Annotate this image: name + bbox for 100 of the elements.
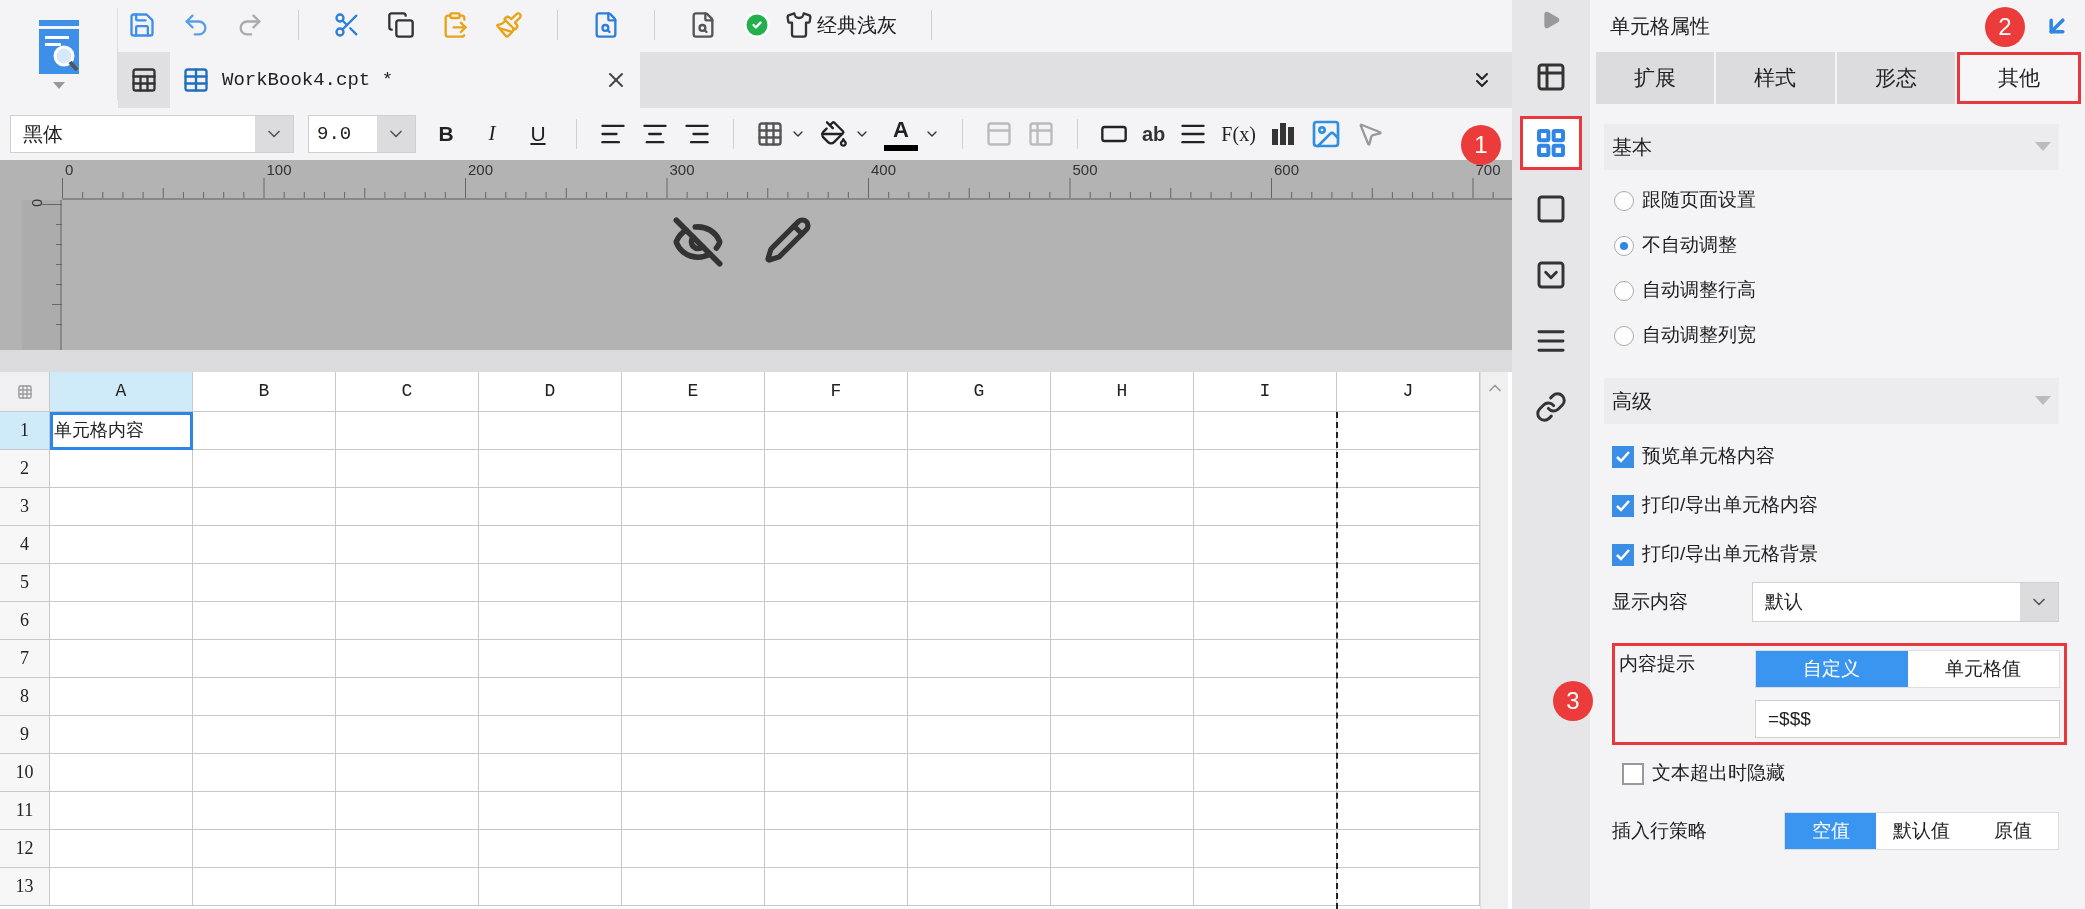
- checkbox[interactable]: [1612, 445, 1634, 468]
- table-cell[interactable]: [479, 450, 622, 488]
- table-cell[interactable]: [479, 678, 622, 716]
- scrollbar[interactable]: [1480, 372, 1508, 909]
- table-cell[interactable]: [50, 526, 193, 564]
- table-cell[interactable]: [622, 792, 765, 830]
- radio-button[interactable]: [1614, 190, 1634, 211]
- hidden-eye-icon[interactable]: [672, 216, 724, 268]
- table-cell[interactable]: [908, 564, 1051, 602]
- table-cell[interactable]: [622, 412, 765, 450]
- check-icon[interactable]: [743, 11, 771, 39]
- table-cell[interactable]: [622, 678, 765, 716]
- column-header[interactable]: A: [50, 372, 193, 412]
- row-header[interactable]: 12: [0, 830, 50, 868]
- font-color-button[interactable]: A: [884, 117, 918, 151]
- table-cell[interactable]: [1051, 564, 1194, 602]
- table-cell[interactable]: [1051, 640, 1194, 678]
- underline-button[interactable]: U: [522, 118, 554, 150]
- table-cell[interactable]: [1051, 488, 1194, 526]
- radio-button[interactable]: [1614, 325, 1634, 346]
- section-header[interactable]: 基本: [1604, 124, 2059, 170]
- table-cell[interactable]: [1194, 488, 1337, 526]
- table-cell[interactable]: [193, 412, 336, 450]
- section-header[interactable]: 高级: [1604, 378, 2059, 424]
- table-cell[interactable]: [1051, 602, 1194, 640]
- table-cell[interactable]: [193, 564, 336, 602]
- table-cell[interactable]: [50, 830, 193, 868]
- table-cell[interactable]: [479, 830, 622, 868]
- table-cell[interactable]: [765, 640, 908, 678]
- table-cell[interactable]: [50, 678, 193, 716]
- table-cell[interactable]: [336, 830, 479, 868]
- table-cell[interactable]: [908, 830, 1051, 868]
- column-header[interactable]: D: [479, 372, 622, 412]
- table-cell[interactable]: [622, 602, 765, 640]
- theme-button[interactable]: 经典浅灰: [785, 10, 897, 40]
- table-cell[interactable]: [622, 450, 765, 488]
- table-cell[interactable]: [479, 754, 622, 792]
- table-cell[interactable]: [908, 412, 1051, 450]
- row-header[interactable]: 2: [0, 450, 50, 488]
- checkbox[interactable]: [1612, 543, 1634, 566]
- table-cell[interactable]: [1051, 716, 1194, 754]
- table-cell[interactable]: [50, 792, 193, 830]
- row-header[interactable]: 9: [0, 716, 50, 754]
- table-cell[interactable]: [479, 868, 622, 906]
- table-cell[interactable]: [193, 830, 336, 868]
- table-cell[interactable]: [193, 678, 336, 716]
- table-cell[interactable]: [622, 716, 765, 754]
- select-all-corner[interactable]: [0, 372, 50, 412]
- table-cell[interactable]: [1194, 526, 1337, 564]
- fill-color-icon[interactable]: [820, 120, 848, 148]
- row-header[interactable]: 5: [0, 564, 50, 602]
- border-icon[interactable]: [756, 120, 784, 148]
- table-cell[interactable]: [479, 792, 622, 830]
- splitter-bar[interactable]: [0, 350, 1512, 372]
- column-header[interactable]: E: [622, 372, 765, 412]
- column-header[interactable]: F: [765, 372, 908, 412]
- size-select[interactable]: 9.0: [308, 115, 416, 153]
- table-cell[interactable]: [765, 830, 908, 868]
- radio-button[interactable]: [1614, 280, 1634, 301]
- table-cell[interactable]: [336, 488, 479, 526]
- table-cell[interactable]: [622, 526, 765, 564]
- table-cell[interactable]: [1194, 640, 1337, 678]
- table-cell[interactable]: [1051, 754, 1194, 792]
- table-cell[interactable]: [479, 526, 622, 564]
- table-cell[interactable]: [622, 754, 765, 792]
- row-header[interactable]: 4: [0, 526, 50, 564]
- table-cell[interactable]: [50, 602, 193, 640]
- table-cell[interactable]: [1194, 678, 1337, 716]
- panel-tab[interactable]: 其他: [1956, 52, 2081, 104]
- panel-tab[interactable]: 样式: [1716, 52, 1835, 104]
- table-cell[interactable]: [908, 792, 1051, 830]
- panel-tab[interactable]: 形态: [1836, 52, 1955, 104]
- collapse-icon[interactable]: [1541, 10, 1561, 30]
- row-header[interactable]: 10: [0, 754, 50, 792]
- table-cell[interactable]: [479, 488, 622, 526]
- row-header[interactable]: 13: [0, 868, 50, 906]
- formula-button[interactable]: F(x): [1221, 119, 1256, 149]
- table-cell[interactable]: [336, 412, 479, 450]
- column-header[interactable]: G: [908, 372, 1051, 412]
- italic-button[interactable]: I: [476, 118, 508, 150]
- display-select[interactable]: 默认: [1752, 582, 2059, 622]
- table-cell[interactable]: [1051, 830, 1194, 868]
- row-header[interactable]: 6: [0, 602, 50, 640]
- caret-icon[interactable]: [52, 82, 65, 89]
- table-cell[interactable]: [50, 716, 193, 754]
- table-cell[interactable]: [1051, 868, 1194, 906]
- table-cell[interactable]: [908, 754, 1051, 792]
- table-cell[interactable]: [336, 754, 479, 792]
- column-header[interactable]: C: [336, 372, 479, 412]
- table-cell[interactable]: [193, 640, 336, 678]
- table-cell[interactable]: [193, 450, 336, 488]
- radio-button[interactable]: [1614, 235, 1634, 256]
- merge-cells-icon[interactable]: [985, 120, 1013, 148]
- table-cell[interactable]: [765, 450, 908, 488]
- table-cell[interactable]: [622, 640, 765, 678]
- table-cell[interactable]: [908, 716, 1051, 754]
- table-cell[interactable]: [1051, 678, 1194, 716]
- table-cell[interactable]: [765, 488, 908, 526]
- checkbox[interactable]: [1612, 494, 1634, 517]
- table-cell[interactable]: [765, 716, 908, 754]
